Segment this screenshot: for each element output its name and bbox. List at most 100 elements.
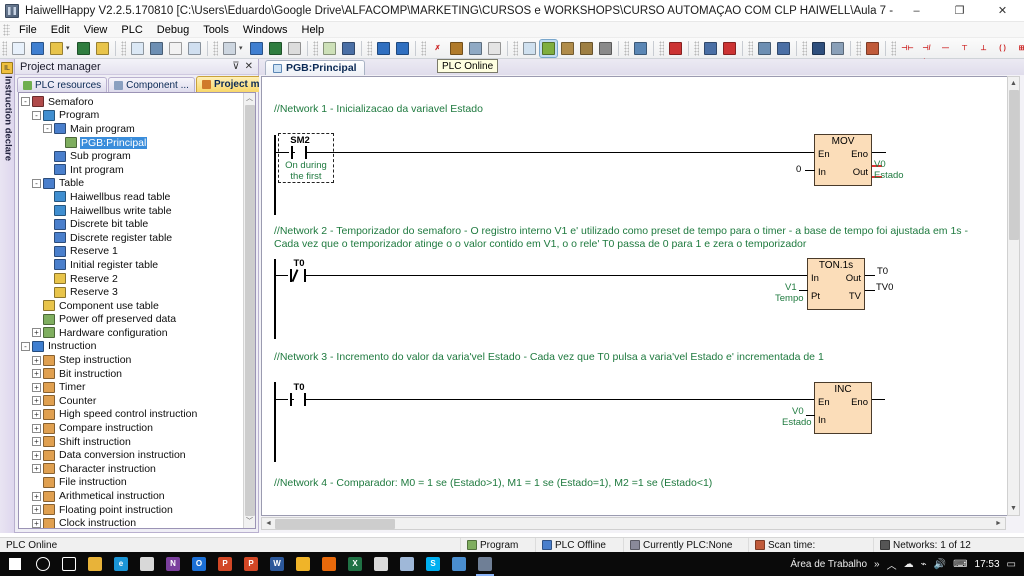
status-cell-networks-1-of-12[interactable]: Networks: 1 of 12 (873, 537, 983, 553)
tree-expand-icon[interactable]: + (32, 491, 41, 501)
menu-file[interactable]: File (12, 22, 44, 38)
menu-edit[interactable]: Edit (44, 22, 77, 38)
redo-button[interactable] (394, 40, 411, 57)
tree-expand-icon[interactable]: + (32, 464, 41, 474)
stop-mode-button[interactable] (539, 38, 558, 58)
task-view-icon[interactable] (56, 552, 82, 576)
skype-icon[interactable]: S (420, 552, 446, 576)
firefox-icon[interactable] (316, 552, 342, 576)
tree-expand-icon[interactable]: + (32, 355, 41, 365)
tree-item-character-instruction[interactable]: + Character instruction (21, 462, 243, 476)
tree-expand-icon[interactable]: + (32, 382, 41, 392)
tray-chevron-icon[interactable]: » (874, 559, 880, 570)
menu-tools[interactable]: Tools (196, 22, 236, 38)
paint-icon[interactable] (446, 552, 472, 576)
toolbar-grip-2[interactable] (213, 40, 218, 56)
network-2-ton-block[interactable]: TON.1s In Out Pt TV (807, 258, 865, 310)
close-button[interactable]: ✕ (981, 0, 1024, 22)
save-button[interactable] (75, 40, 92, 57)
compile-button[interactable] (559, 40, 576, 57)
tree-item-discrete-register-table[interactable]: Discrete register table (21, 231, 243, 245)
store-icon[interactable] (134, 552, 160, 576)
run-mode-button[interactable] (521, 40, 538, 57)
ladder-canvas[interactable]: //Network 1 - Inicializacao da variavel … (262, 77, 1007, 502)
search-icon[interactable] (30, 552, 56, 576)
upload-from-plc-button[interactable] (267, 40, 284, 57)
tree-expand-icon[interactable]: + (32, 396, 41, 406)
onenote-icon[interactable]: N (160, 552, 186, 576)
tree-item-haiwellbus-read-table[interactable]: Haiwellbus read table (21, 190, 243, 204)
toolbar-grip-8[interactable] (659, 40, 664, 56)
tree-expand-icon[interactable]: + (32, 437, 41, 447)
tree-collapse-icon[interactable]: - (32, 110, 41, 120)
document-icon[interactable] (394, 552, 420, 576)
tree-item-step-instruction[interactable]: + Step instruction (21, 353, 243, 367)
chrome-icon[interactable] (290, 552, 316, 576)
menu-windows[interactable]: Windows (236, 22, 295, 38)
pin-icon[interactable]: ⊽ (232, 61, 239, 72)
tree-item-reserve-2[interactable]: Reserve 2 (21, 272, 243, 286)
tree-item-bit-instruction[interactable]: + Bit instruction (21, 367, 243, 381)
debug-step-button[interactable] (702, 40, 719, 57)
tree-item-initial-register-table[interactable]: Initial register table (21, 258, 243, 272)
ladder-branch-up-button[interactable]: ⊥ (975, 40, 992, 57)
tree-expand-icon[interactable]: + (32, 409, 41, 419)
tree-item-int-program[interactable]: Int program (21, 163, 243, 177)
editor-hscroll-thumb[interactable] (275, 518, 395, 529)
windows-start-icon[interactable] (0, 552, 30, 576)
tree-scroll-up-arrow[interactable]: ︿ (243, 93, 255, 105)
find-button[interactable] (340, 40, 357, 57)
monitor-button[interactable] (286, 40, 303, 57)
editor-scroll-up-arrow[interactable]: ▲ (1008, 77, 1019, 90)
tree-item-timer[interactable]: + Timer (21, 380, 243, 394)
tree-item-file-instruction[interactable]: File instruction (21, 476, 243, 490)
explorer-window-icon[interactable] (368, 552, 394, 576)
new-document-button[interactable] (10, 40, 27, 57)
status-cell-currently-plc-none[interactable]: Currently PLC:None (623, 537, 748, 553)
compile-all-button[interactable] (578, 40, 595, 57)
tree-collapse-icon[interactable]: - (21, 97, 30, 107)
open-project-button[interactable] (29, 40, 46, 57)
tree-item-data-conversion-instruction[interactable]: + Data conversion instruction (21, 448, 243, 462)
status-cell-scan-time[interactable]: Scan time: (748, 537, 873, 553)
network-3-inc-block[interactable]: INC En Eno In (814, 382, 872, 434)
instruction-declare-strip[interactable]: IL Instruction declare (0, 59, 15, 533)
editor-scroll-down-arrow[interactable]: ▼ (1008, 502, 1019, 515)
tree-item-counter[interactable]: + Counter (21, 394, 243, 408)
export-button[interactable] (864, 40, 881, 57)
tree-item-reserve-3[interactable]: Reserve 3 (21, 285, 243, 299)
clear-button[interactable] (597, 40, 614, 57)
tree-expand-icon[interactable]: + (32, 505, 41, 515)
toolbar-grip-12[interactable] (856, 40, 861, 56)
ladder-hline-button[interactable]: — (937, 40, 954, 57)
cut-button[interactable] (448, 40, 465, 57)
tree-expand-icon[interactable]: + (32, 328, 41, 338)
copy-button[interactable] (467, 40, 484, 57)
status-cell-program[interactable]: Program (460, 537, 535, 553)
powerpoint-alt-icon[interactable]: P (212, 552, 238, 576)
tree-expand-icon[interactable]: + (32, 423, 41, 433)
tree-item-sub-program[interactable]: Sub program (21, 149, 243, 163)
ladder-contact-no-button[interactable]: ⊣⊢ (899, 40, 916, 57)
toolbar-grip-7[interactable] (624, 40, 629, 56)
toolbar-grip-10[interactable] (748, 40, 753, 56)
tree-item-arithmetical-instruction[interactable]: + Arithmetical instruction (21, 489, 243, 503)
menu-debug[interactable]: Debug (150, 22, 196, 38)
delete-button[interactable]: ✗ (429, 40, 446, 57)
menu-plc[interactable]: PLC (114, 22, 149, 38)
tree-expand-icon[interactable]: + (32, 369, 41, 379)
plc-type-button[interactable] (221, 40, 238, 57)
editor-vertical-scrollbar[interactable]: ▲ ▼ (1007, 76, 1020, 516)
check-program-button[interactable] (167, 40, 184, 57)
project-tab-component[interactable]: Component ... (108, 77, 195, 92)
font-button[interactable] (775, 40, 792, 57)
tree-item-component-use-table[interactable]: Component use table (21, 299, 243, 313)
tree-item-hardware-configuration[interactable]: + Hardware configuration (21, 326, 243, 340)
powerpoint-icon[interactable]: P (238, 552, 264, 576)
ladder-parallel-button[interactable]: ⊞ (1013, 40, 1024, 57)
toolbar-grip-6[interactable] (513, 40, 518, 56)
unlock-button[interactable] (829, 40, 846, 57)
undo-button[interactable] (375, 40, 392, 57)
tree-item-main-program[interactable]: - Main program (21, 122, 243, 136)
status-cell-plc-offline[interactable]: PLC Offline (535, 537, 623, 553)
